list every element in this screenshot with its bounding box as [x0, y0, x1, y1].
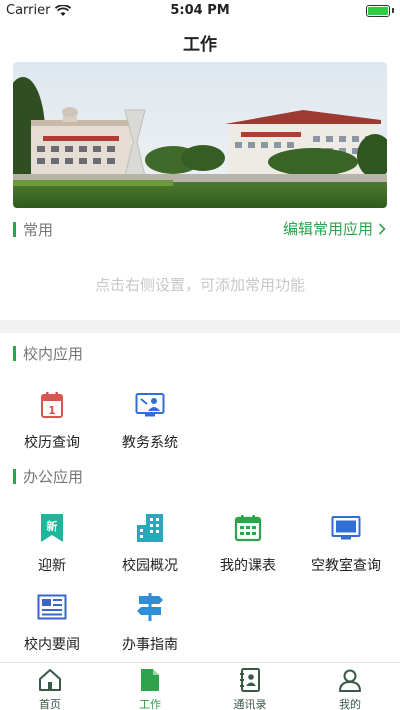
office-section-label: 办公应用	[23, 468, 84, 486]
office-section-header: 办公应用	[13, 466, 83, 487]
app-label: 迎新	[38, 558, 66, 574]
contacts-icon	[237, 667, 263, 693]
tab-home[interactable]: 首页	[0, 667, 100, 710]
tab-work[interactable]: 工作	[100, 667, 200, 710]
svg-text:1: 1	[48, 404, 56, 417]
edit-common-apps-label: 编辑常用应用	[282, 220, 373, 238]
chevron-right-icon	[378, 222, 386, 235]
campus-banner-image[interactable]	[13, 62, 387, 208]
svg-text:新: 新	[47, 519, 58, 533]
buildings-icon	[135, 513, 165, 543]
campus-section-header: 校内应用	[13, 343, 83, 364]
app-campus-overview[interactable]: 校园概况	[100, 511, 200, 581]
home-icon	[37, 667, 63, 693]
tab-label: 首页	[39, 698, 61, 710]
app-label: 办事指南	[122, 637, 178, 653]
section-accent-bar	[13, 469, 16, 484]
section-accent-bar	[13, 222, 16, 237]
app-academic-system[interactable]: 教务系统	[100, 388, 200, 458]
tab-label: 通讯录	[233, 698, 267, 710]
schedule-icon	[233, 513, 263, 543]
calendar-icon: 1	[37, 390, 67, 420]
tab-contacts[interactable]: 通讯录	[200, 667, 300, 710]
app-my-schedule[interactable]: 我的课表	[198, 511, 298, 581]
newspaper-icon	[37, 592, 67, 622]
app-empty-classroom[interactable]: 空教室查询	[296, 511, 396, 581]
app-label: 我的课表	[220, 558, 276, 574]
empty-classroom-icon	[331, 513, 361, 543]
app-school-calendar[interactable]: 1 校历查询	[2, 388, 102, 458]
app-label: 校园概况	[122, 558, 178, 574]
common-section-label: 常用	[23, 221, 54, 239]
new-bookmark-icon: 新	[37, 513, 67, 543]
tab-mine[interactable]: 我的	[300, 667, 400, 710]
app-service-guide[interactable]: 办事指南	[100, 590, 200, 660]
edit-common-apps-link[interactable]: 编辑常用应用	[283, 218, 386, 239]
bottom-tab-bar: 首页 工作 通讯录 我的	[0, 662, 400, 710]
campus-section-label: 校内应用	[23, 345, 84, 363]
battery-icon	[366, 5, 390, 17]
signpost-icon	[135, 592, 165, 622]
app-label: 空教室查询	[311, 558, 381, 574]
battery-cap	[392, 8, 394, 13]
app-campus-news[interactable]: 校内要闻	[2, 590, 102, 660]
status-bar: Carrier 5:04 PM	[0, 0, 400, 22]
app-label: 校历查询	[24, 435, 80, 451]
monitor-teacher-icon	[135, 390, 165, 420]
tab-label: 我的	[339, 698, 361, 710]
tab-label: 工作	[139, 698, 161, 710]
common-section-header: 常用	[13, 219, 53, 240]
app-label: 教务系统	[122, 435, 178, 451]
campus-photo	[13, 62, 387, 208]
document-icon	[137, 667, 163, 693]
app-freshman-welcome[interactable]: 新 迎新	[2, 511, 102, 581]
page-title: 工作	[183, 35, 217, 55]
user-icon	[337, 667, 363, 693]
status-time: 5:04 PM	[170, 3, 230, 18]
section-divider	[0, 320, 400, 333]
app-label: 校内要闻	[24, 637, 80, 653]
section-accent-bar	[13, 346, 16, 361]
common-empty-hint: 点击右侧设置，可添加常用功能	[94, 276, 305, 294]
